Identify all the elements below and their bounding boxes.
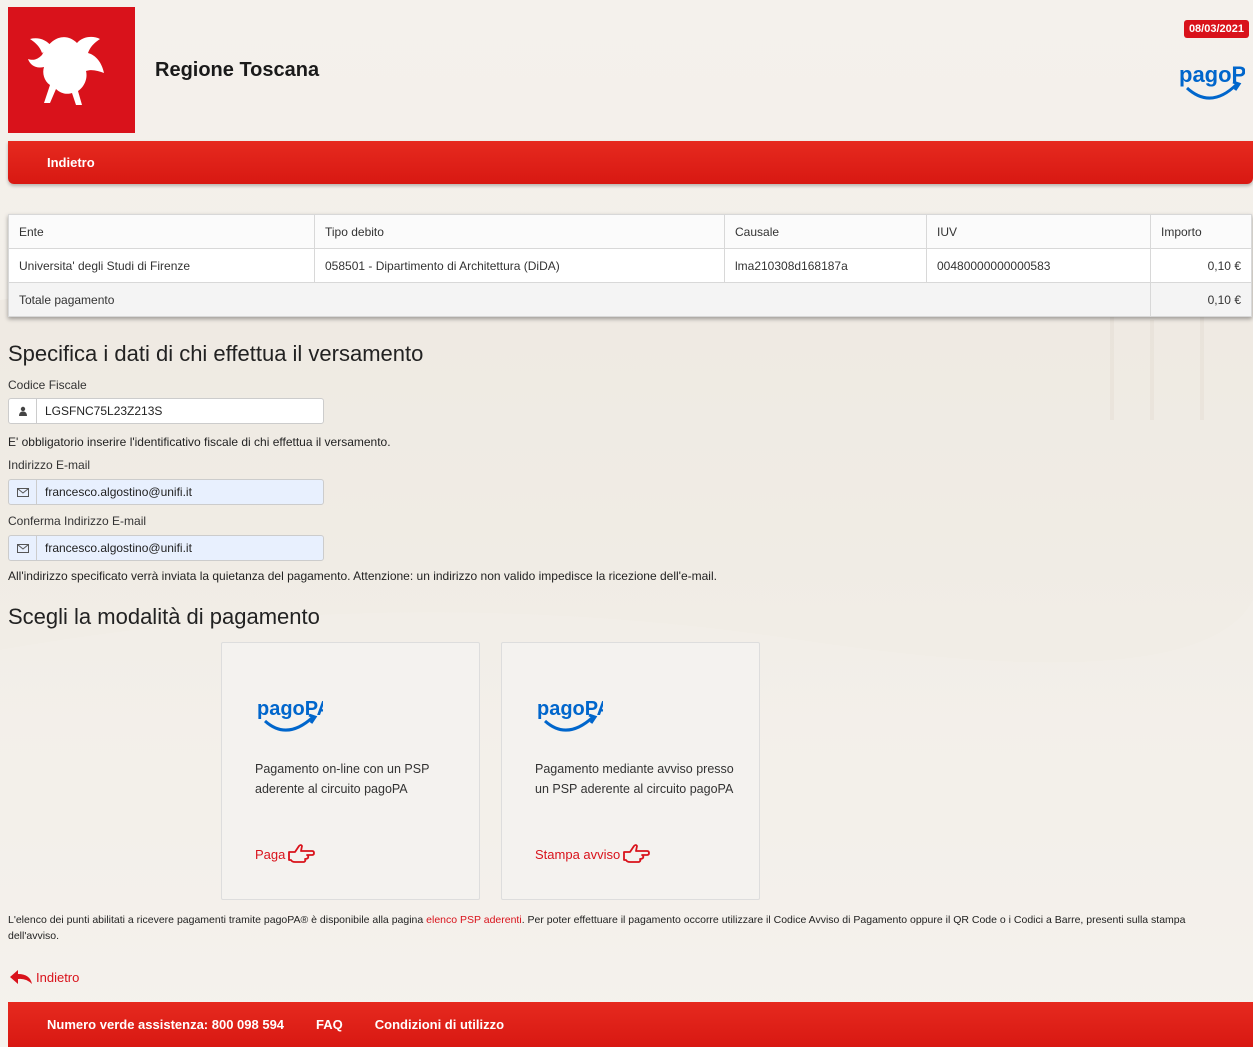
payment-summary-table: Ente Tipo debito Causale IUV Importo Uni… bbox=[8, 214, 1252, 317]
pagopa-logo-icon: pagoPA bbox=[257, 698, 331, 732]
envelope-icon bbox=[9, 480, 37, 504]
card-description: Pagamento on-line con un PSP aderente al… bbox=[255, 762, 430, 796]
back-link-top[interactable]: Indietro bbox=[47, 155, 95, 170]
back-link-label: Indietro bbox=[36, 969, 80, 985]
email-help: All'indirizzo specificato verrà inviata … bbox=[8, 569, 717, 583]
codice-fiscale-help: E' obbligatorio inserire l'identificativ… bbox=[8, 435, 391, 449]
top-navigation-bar: Indietro bbox=[8, 141, 1253, 184]
email-input[interactable] bbox=[37, 480, 323, 504]
cell-iuv: 00480000000000583 bbox=[926, 248, 1151, 283]
codice-fiscale-label: Codice Fiscale bbox=[8, 378, 87, 392]
regione-toscana-logo bbox=[8, 7, 135, 133]
faq-link[interactable]: FAQ bbox=[316, 1017, 343, 1032]
back-arrow-icon bbox=[10, 970, 32, 984]
psp-list-link[interactable]: elenco PSP aderenti bbox=[426, 914, 522, 926]
pagopa-logo: pagoPA bbox=[1177, 54, 1253, 109]
pegasus-logo-icon bbox=[27, 36, 104, 106]
user-icon bbox=[9, 399, 37, 423]
email-confirm-field[interactable] bbox=[8, 535, 324, 561]
pay-online-button[interactable]: Paga bbox=[255, 843, 316, 865]
header: Regione Toscana 08/03/2021 pagoPA bbox=[8, 0, 1253, 133]
email-label: Indirizzo E-mail bbox=[8, 458, 91, 472]
pointing-hand-icon bbox=[623, 844, 651, 863]
table-header-causale: Causale bbox=[724, 214, 927, 249]
print-notice-label: Stampa avviso bbox=[535, 846, 621, 862]
table-row: Universita' degli Studi di Firenze 05850… bbox=[8, 248, 1252, 283]
cell-causale: lma210308d168187a bbox=[724, 248, 927, 283]
payment-card-online: pagoPA Pagamento on-line con un PSP ader… bbox=[221, 642, 480, 900]
table-header-ente: Ente bbox=[8, 214, 315, 249]
email-confirm-label: Conferma Indirizzo E-mail bbox=[8, 514, 147, 528]
footnote: L'elenco dei punti abilitati a ricevere … bbox=[8, 912, 1238, 944]
helpline-link[interactable]: Numero verde assistenza: 800 098 594 bbox=[47, 1017, 284, 1032]
date-badge: 08/03/2021 bbox=[1183, 20, 1249, 38]
payment-section-title: Scegli la modalità di pagamento bbox=[8, 604, 320, 629]
table-header-row: Ente Tipo debito Causale IUV Importo bbox=[8, 214, 1252, 249]
cell-importo: 0,10 € bbox=[1150, 248, 1252, 283]
total-value: 0,10 € bbox=[1150, 282, 1252, 317]
pointing-hand-icon bbox=[288, 844, 316, 863]
card-description: Pagamento mediante avviso presso un PSP … bbox=[535, 762, 734, 796]
email-confirm-input[interactable] bbox=[37, 536, 323, 560]
footnote-text-before: L'elenco dei punti abilitati a ricevere … bbox=[8, 914, 427, 926]
print-notice-button[interactable]: Stampa avviso bbox=[535, 843, 651, 865]
table-header-iuv: IUV bbox=[926, 214, 1151, 249]
envelope-icon bbox=[9, 536, 37, 560]
footer: Numero verde assistenza: 800 098 594 FAQ… bbox=[8, 1002, 1253, 1047]
table-header-tipo-debito: Tipo debito bbox=[314, 214, 725, 249]
pagopa-logo-icon: pagoPA bbox=[1179, 62, 1253, 100]
table-total-row: Totale pagamento 0,10 € bbox=[8, 282, 1252, 317]
terms-link[interactable]: Condizioni di utilizzo bbox=[375, 1017, 504, 1032]
table-header-importo: Importo bbox=[1150, 214, 1252, 249]
payment-card-notice: pagoPA Pagamento mediante avviso presso … bbox=[501, 642, 760, 900]
payer-section-title: Specifica i dati di chi effettua il vers… bbox=[8, 341, 424, 366]
total-label: Totale pagamento bbox=[8, 282, 1151, 317]
region-title: Regione Toscana bbox=[155, 59, 320, 81]
codice-fiscale-field[interactable] bbox=[8, 398, 324, 424]
cell-tipo-debito: 058501 - Dipartimento di Architettura (D… bbox=[314, 248, 725, 283]
email-field[interactable] bbox=[8, 479, 324, 505]
codice-fiscale-input[interactable] bbox=[37, 399, 323, 423]
pagopa-logo-icon: pagoPA bbox=[537, 698, 611, 732]
cell-ente: Universita' degli Studi di Firenze bbox=[8, 248, 315, 283]
back-link-bottom[interactable]: Indietro bbox=[8, 968, 79, 986]
pagopa-logo: pagoPA bbox=[535, 693, 611, 742]
pay-online-label: Paga bbox=[255, 846, 286, 862]
pagopa-logo: pagoPA bbox=[255, 693, 331, 742]
